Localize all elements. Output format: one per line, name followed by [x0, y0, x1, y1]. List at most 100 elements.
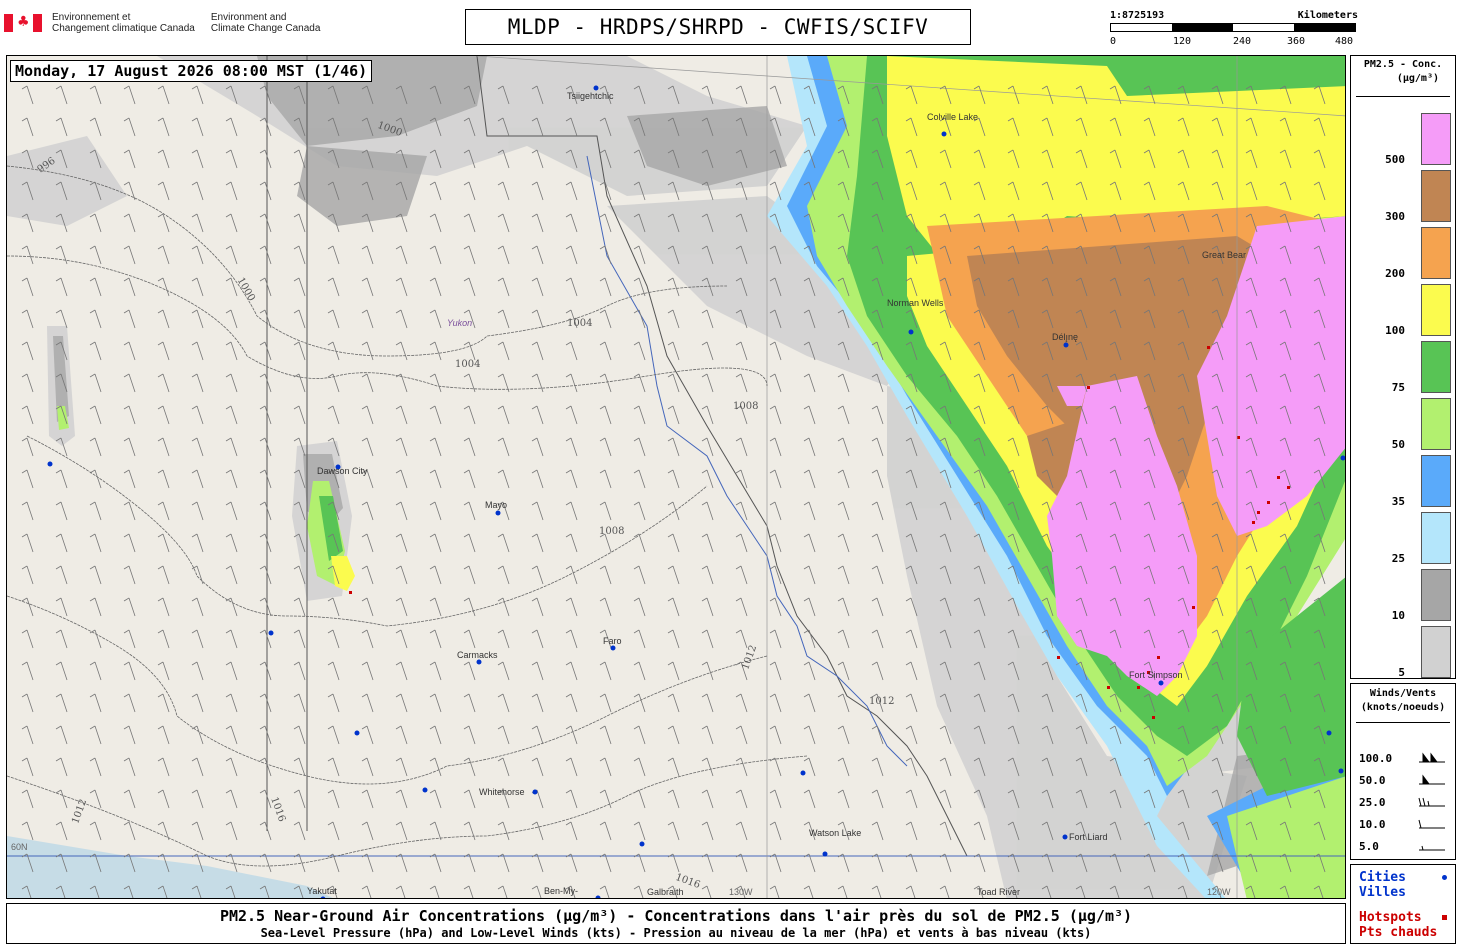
wind-barb [259, 437, 272, 457]
wind-barb [293, 405, 306, 425]
wind-barb [21, 117, 34, 137]
scale-unit: Kilometers [1297, 10, 1358, 21]
wind-barb [633, 341, 646, 361]
wind-barb [769, 629, 782, 649]
wind-row-100: 100.0 [1359, 750, 1451, 768]
wind-barb [531, 853, 544, 873]
wind-barb [327, 597, 340, 617]
wind-barb [463, 181, 476, 201]
wind-barb [429, 405, 442, 425]
wind-barb [89, 277, 102, 297]
wind-barb [361, 501, 374, 521]
scale-bar-graphic [1110, 23, 1356, 32]
concentration-map[interactable]: Monday, 17 August 2026 08:00 MST (1/46) … [6, 55, 1346, 899]
wind-barb [599, 373, 612, 393]
wind-barb [497, 341, 510, 361]
wind-barb [599, 885, 610, 898]
wind-barb [769, 469, 782, 489]
wind-barb [905, 661, 918, 681]
wind-barb [327, 405, 340, 425]
wind-barb [599, 661, 612, 681]
wind-barb [497, 245, 510, 265]
wind-barb [123, 213, 136, 233]
wind-barb [259, 533, 272, 553]
wind-barb [429, 565, 442, 585]
wind-barb [395, 533, 408, 553]
wind-barb [667, 437, 680, 457]
wind-barb [633, 437, 646, 457]
wind-barb [463, 661, 476, 681]
wind-barb [531, 597, 544, 617]
wind-barb [769, 341, 782, 361]
wind-barb [463, 341, 476, 361]
wind-barb [803, 757, 816, 777]
wind-barb [225, 245, 238, 265]
wind-barb [667, 309, 680, 329]
wind-barb [225, 437, 238, 457]
wind-barb [871, 405, 884, 425]
wind-barb [497, 693, 510, 713]
legend-swatch [1421, 170, 1451, 222]
wind-barb [531, 213, 544, 233]
wind-barb [225, 149, 238, 169]
wind-barb [123, 821, 136, 841]
wind-barb [21, 565, 34, 585]
wind-barb [565, 757, 578, 777]
wind-barb [769, 885, 780, 898]
wind-barb [803, 661, 816, 681]
wind-barb [429, 821, 442, 841]
wind-barb [395, 437, 408, 457]
wind-barb [803, 725, 816, 745]
wind-barb [871, 661, 884, 681]
wind-barb [769, 725, 782, 745]
scale-tick: 480 [1334, 36, 1354, 47]
wind-barb [55, 469, 68, 489]
wind-barb [361, 853, 374, 873]
wind-barb [55, 789, 68, 809]
wind-barb [361, 437, 374, 457]
wind-barb [259, 405, 272, 425]
wind-barb [565, 629, 578, 649]
wind-barb [55, 821, 68, 841]
wind-barb [701, 309, 714, 329]
wind-barb [769, 597, 782, 617]
wind-barb [939, 885, 950, 898]
wind-barb [667, 341, 680, 361]
wind-barb [259, 821, 272, 841]
wind-barb [429, 757, 442, 777]
wind-barb [395, 469, 408, 489]
scale-ratio: 1:8725193 [1110, 10, 1165, 21]
wind-barb [327, 373, 340, 393]
wind-barb [769, 405, 782, 425]
wind-barb [55, 565, 68, 585]
wind-barb [293, 821, 306, 841]
wind-barb [429, 501, 442, 521]
hotspots-key: Hotspots Pts chauds [1359, 910, 1438, 940]
wind-barb [293, 661, 306, 681]
wind-barb [565, 469, 578, 489]
wind-barb [497, 725, 510, 745]
wind-barb [123, 629, 136, 649]
wind-barb [497, 629, 510, 649]
wind-barb [225, 661, 238, 681]
wind-barb [259, 661, 272, 681]
wind-barb [395, 757, 408, 777]
wind-barb [429, 789, 442, 809]
wind-barb [565, 181, 578, 201]
wind-barb [565, 725, 578, 745]
wind-barb [123, 789, 136, 809]
wind-barb [123, 565, 136, 585]
wind-barb [531, 661, 544, 681]
wind-barb [633, 501, 646, 521]
wind-barb [735, 853, 748, 873]
wind-barb [803, 629, 816, 649]
wind-barb [21, 469, 34, 489]
wind-barb [123, 437, 136, 457]
wind-barb [497, 181, 510, 201]
wind-barb [735, 597, 748, 617]
wind-barb [905, 885, 916, 898]
wind-barb [463, 213, 476, 233]
wind-barb [531, 757, 544, 777]
wind-barb [259, 725, 272, 745]
wind-barb [361, 533, 374, 553]
